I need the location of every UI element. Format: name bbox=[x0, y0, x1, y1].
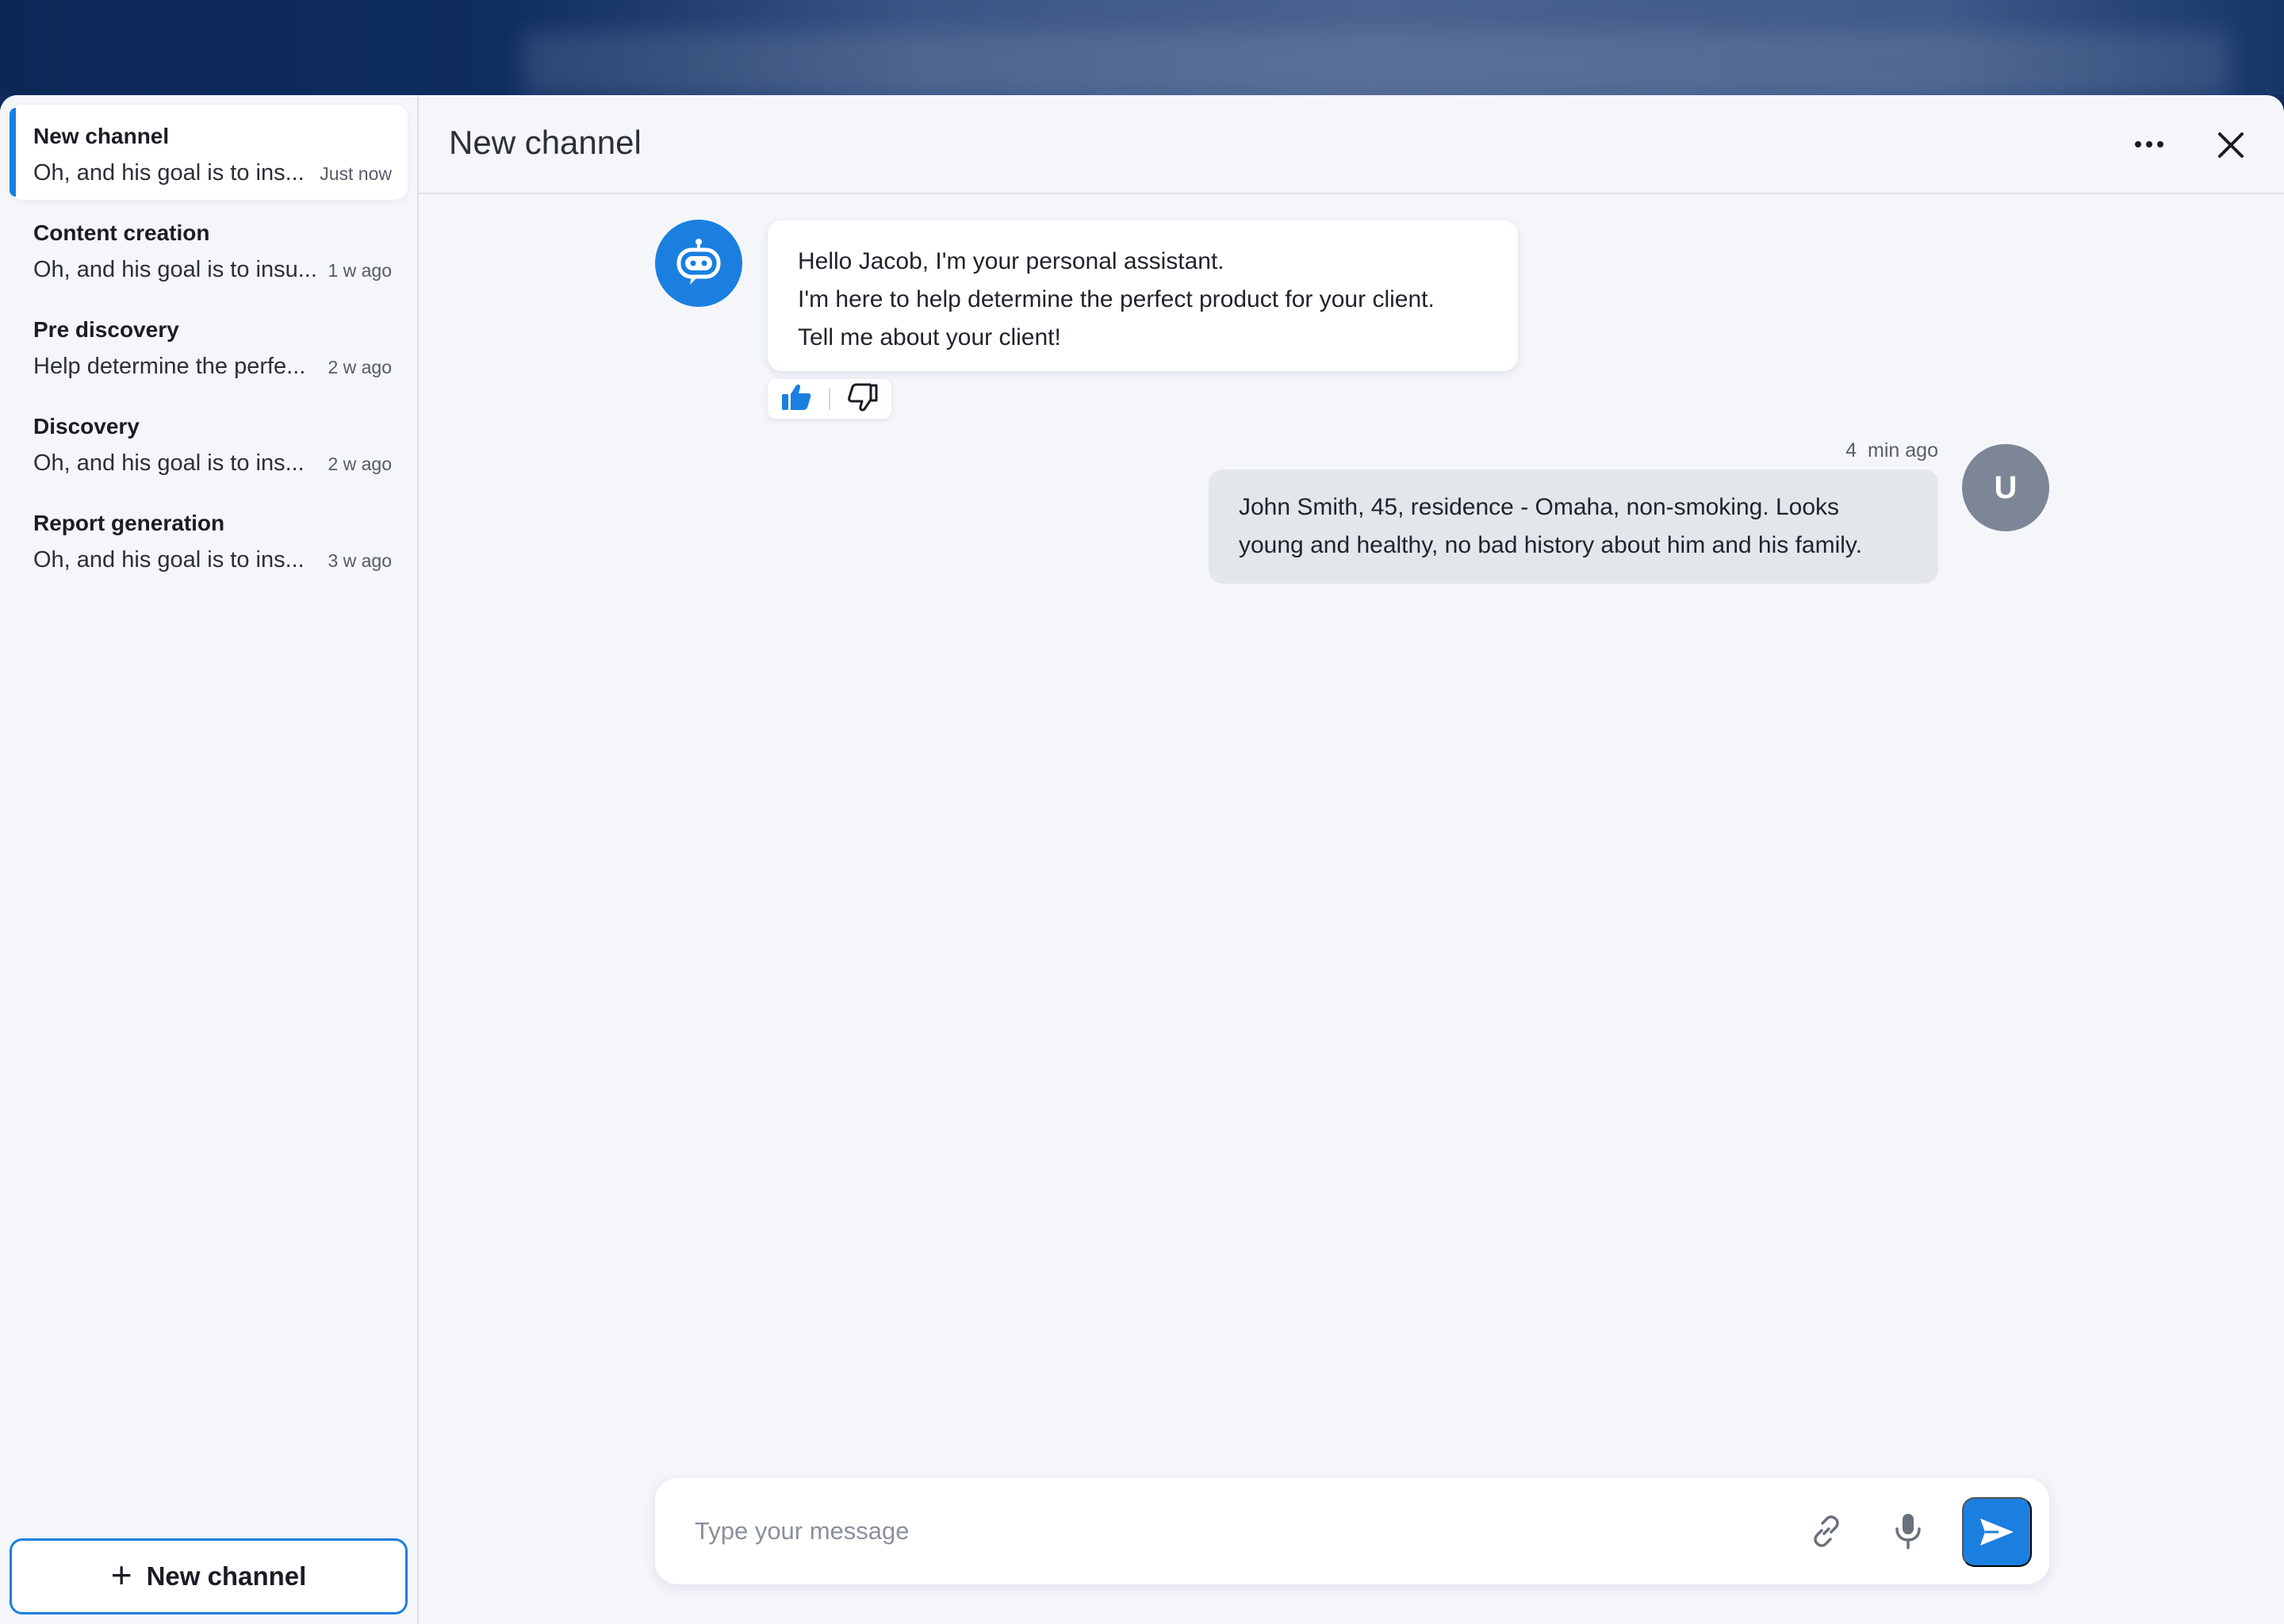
bot-avatar-icon bbox=[655, 220, 742, 307]
conversation-time: 2 w ago bbox=[328, 357, 392, 377]
bot-message-bubble: Hello Jacob, I'm your personal assistant… bbox=[768, 220, 1518, 371]
microphone-icon[interactable] bbox=[1892, 1511, 1924, 1551]
conversation-list: New channel Oh, and his goal is to ins..… bbox=[0, 95, 417, 587]
page-title: New channel bbox=[449, 124, 642, 161]
conversation-item[interactable]: Content creation Oh, and his goal is to … bbox=[10, 201, 408, 297]
new-channel-label: New channel bbox=[146, 1561, 307, 1591]
message-input[interactable] bbox=[695, 1510, 1789, 1553]
new-channel-button[interactable]: + New channel bbox=[10, 1538, 408, 1614]
conversation-title: Discovery bbox=[33, 414, 140, 439]
conversation-preview: Oh, and his goal is to ins... bbox=[33, 450, 305, 476]
sidebar: New channel Oh, and his goal is to ins..… bbox=[0, 95, 419, 1624]
conversation-item[interactable]: Report generation Oh, and his goal is to… bbox=[10, 492, 408, 587]
send-icon bbox=[1980, 1519, 2014, 1545]
conversation-time: 3 w ago bbox=[328, 550, 392, 571]
conversation-title: Content creation bbox=[33, 220, 210, 245]
thumbs-down-icon[interactable] bbox=[847, 383, 879, 416]
conversation-preview: Help determine the perfe... bbox=[33, 354, 306, 379]
more-options-icon[interactable] bbox=[2128, 128, 2171, 160]
chat-main: New channel Hello Jacob, I'm your person… bbox=[419, 95, 2284, 1624]
chat-window: New channel Oh, and his goal is to ins..… bbox=[0, 95, 2284, 1624]
conversation-item[interactable]: New channel Oh, and his goal is to ins..… bbox=[10, 105, 408, 200]
conversation-title: New channel bbox=[33, 124, 170, 148]
conversation-title: Pre discovery bbox=[33, 317, 179, 342]
message-timestamp: 4 min ago bbox=[1845, 439, 1938, 462]
message-reactions bbox=[768, 379, 891, 419]
send-button[interactable] bbox=[1962, 1497, 2032, 1567]
conversation-time: Just now bbox=[320, 163, 392, 184]
conversation-time: 1 w ago bbox=[328, 260, 392, 281]
avatar: U bbox=[1962, 444, 2049, 531]
conversation-item[interactable]: Pre discovery Help determine the perfe..… bbox=[10, 298, 408, 393]
blurred-background-header bbox=[0, 0, 2284, 95]
conversation-item[interactable]: Discovery Oh, and his goal is to ins... … bbox=[10, 395, 408, 490]
reaction-divider bbox=[828, 388, 830, 410]
bot-message-line: Hello Jacob, I'm your personal assistant… bbox=[798, 248, 1224, 274]
user-message-bubble: John Smith, 45, residence - Omaha, non-s… bbox=[1209, 469, 1938, 584]
conversation-title: Report generation bbox=[33, 511, 225, 535]
message-composer bbox=[655, 1478, 2049, 1584]
bot-message-line: Tell me about your client! bbox=[798, 324, 1061, 350]
conversation-preview: Oh, and his goal is to insu... bbox=[33, 257, 317, 282]
plus-icon: + bbox=[110, 1554, 132, 1595]
bot-message-line: I'm here to help determine the perfect p… bbox=[798, 286, 1435, 312]
conversation-time: 2 w ago bbox=[328, 454, 392, 474]
close-icon[interactable] bbox=[2209, 124, 2252, 167]
link-icon[interactable] bbox=[1808, 1513, 1845, 1549]
chat-header: New channel bbox=[419, 95, 2284, 194]
thumbs-up-icon[interactable] bbox=[780, 383, 812, 416]
conversation-preview: Oh, and his goal is to ins... bbox=[33, 547, 305, 573]
conversation-preview: Oh, and his goal is to ins... bbox=[33, 160, 305, 186]
